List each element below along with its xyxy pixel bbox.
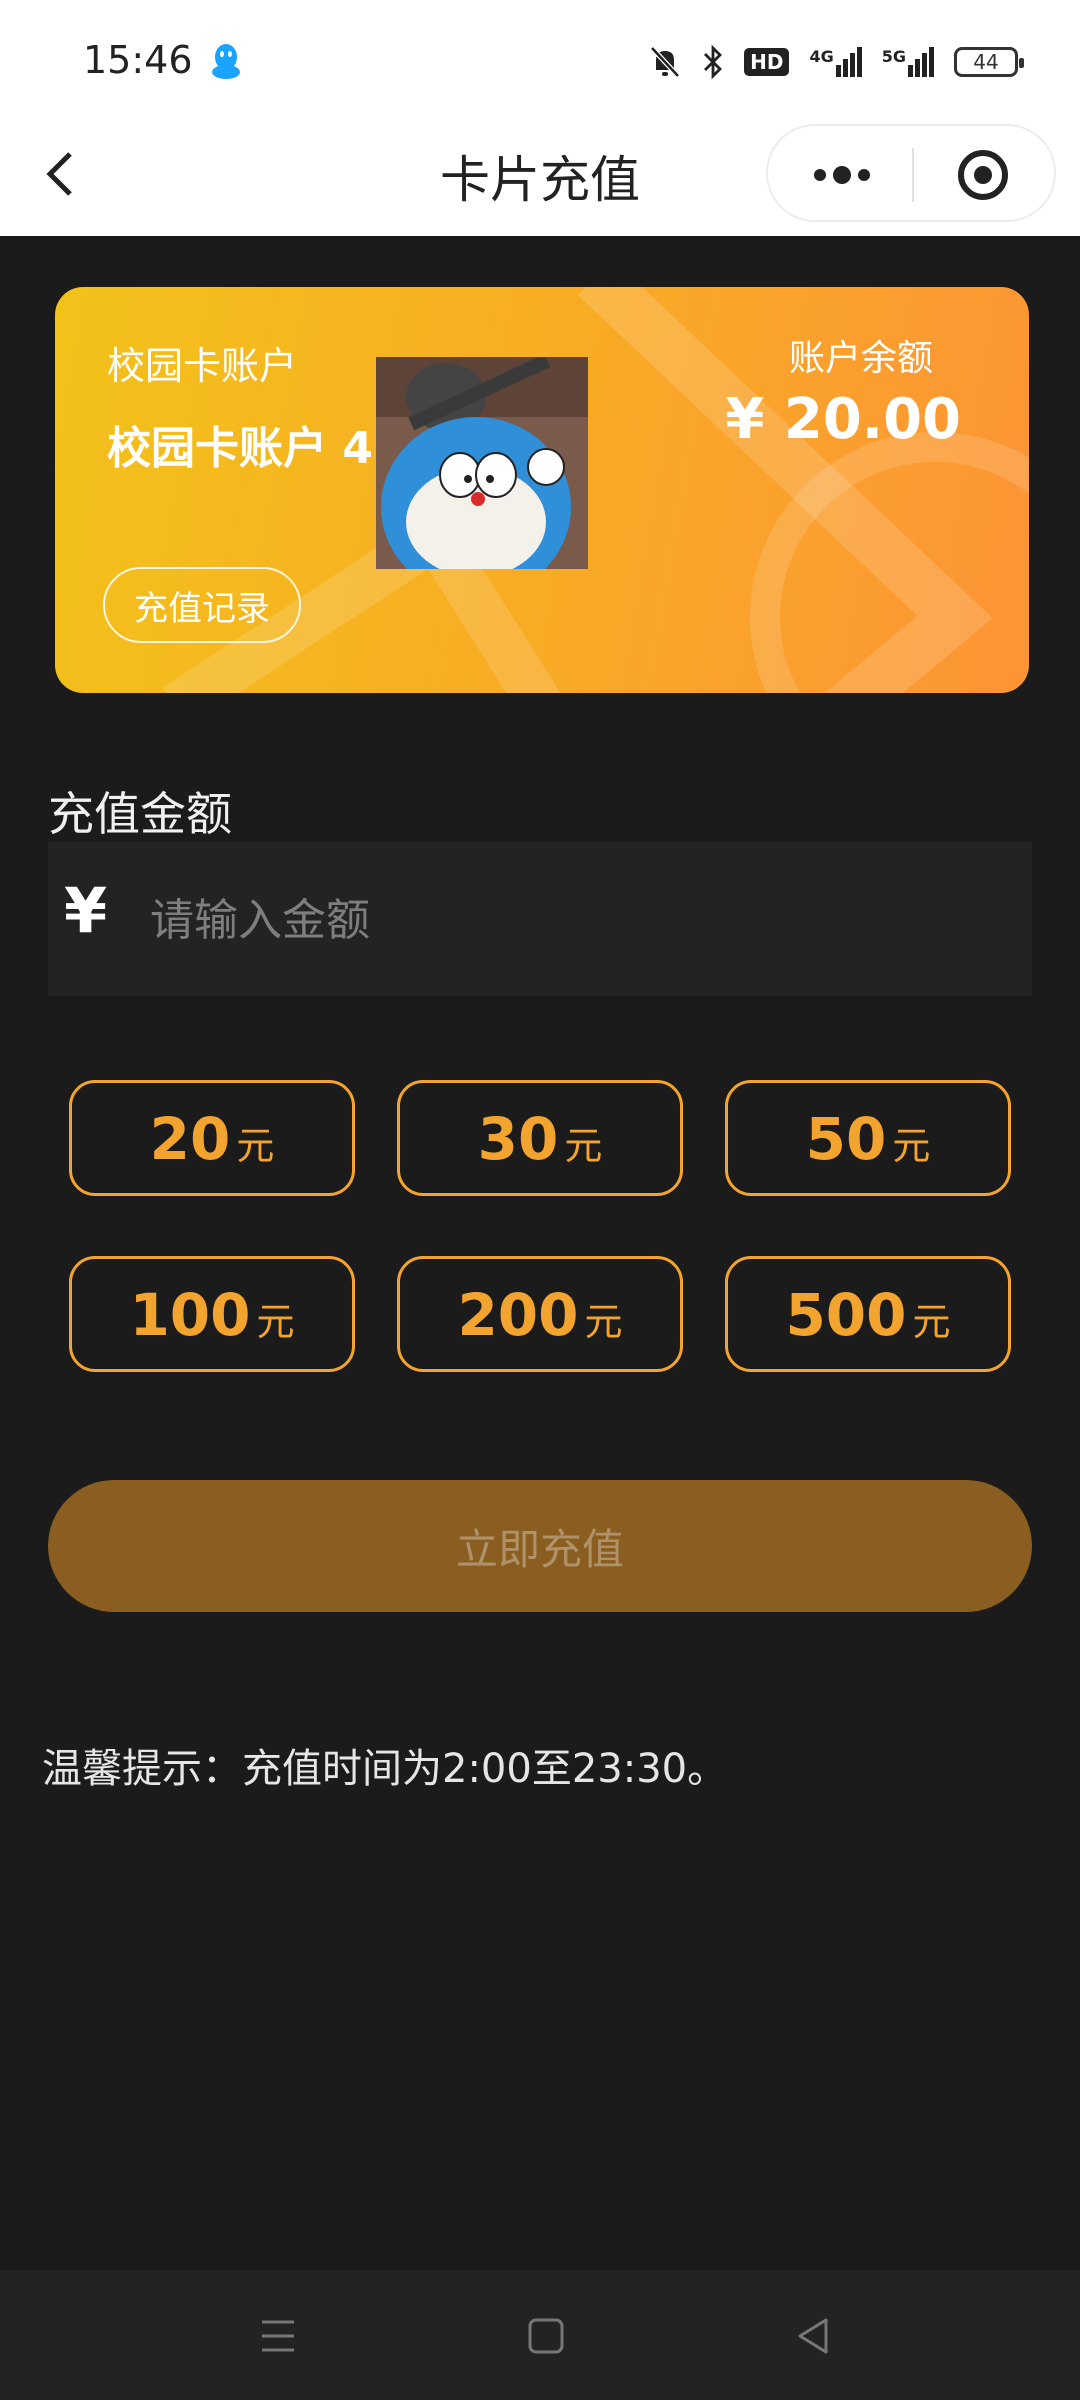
recharge-tip: 温馨提示：充值时间为2:00至23:30。 — [42, 1746, 728, 1792]
mute-bell-icon — [650, 46, 680, 78]
user-avatar — [376, 357, 588, 569]
back-nav-icon[interactable] — [786, 2308, 842, 2364]
amount-input-box: ¥ — [48, 842, 1032, 996]
option-unit: 元 — [912, 1300, 951, 1344]
top-area: 15:46 HD 4G 5G 44 卡片充值 — [0, 0, 1080, 236]
more-icon[interactable] — [812, 160, 872, 190]
close-target-icon[interactable] — [956, 148, 1010, 202]
option-unit: 元 — [564, 1124, 603, 1168]
option-unit: 元 — [584, 1300, 623, 1344]
battery-level: 44 — [973, 50, 999, 74]
status-time: 15:46 — [83, 38, 193, 82]
card-account-label: 校园卡账户 — [107, 344, 298, 388]
amount-option-500[interactable]: 500 元 — [725, 1256, 1011, 1372]
amount-option-30[interactable]: 30 元 — [397, 1080, 683, 1196]
amount-section-label: 充值金额 — [48, 787, 232, 841]
amount-option-20[interactable]: 20 元 — [69, 1080, 355, 1196]
network-4g-label: 4G — [809, 47, 834, 66]
capsule-divider — [912, 148, 914, 202]
recharge-record-button[interactable]: 充值记录 — [103, 567, 301, 643]
option-amount: 50 — [805, 1105, 887, 1173]
home-icon[interactable] — [518, 2308, 574, 2364]
avatar-image — [376, 357, 588, 569]
signal-5g-icon: 5G — [882, 47, 934, 77]
amount-option-50[interactable]: 50 元 — [725, 1080, 1011, 1196]
option-amount: 200 — [457, 1281, 579, 1349]
option-amount: 500 — [785, 1281, 907, 1349]
qq-icon — [212, 44, 240, 79]
battery-icon: 44 — [954, 47, 1024, 77]
option-amount: 30 — [477, 1105, 559, 1173]
mini-program-capsule — [766, 124, 1056, 222]
option-unit: 元 — [236, 1124, 275, 1168]
balance-label: 账户余额 — [788, 338, 933, 379]
signal-4g-icon: 4G — [809, 47, 862, 77]
card-account-name: 校园卡账户 4 — [107, 423, 373, 474]
status-bar: 15:46 HD 4G 5G 44 — [0, 0, 1080, 120]
campus-card: 校园卡账户 校园卡账户 4 账户余额 ¥ 20.00 充值记录 — [55, 287, 1029, 693]
amount-input[interactable] — [150, 882, 990, 958]
option-unit: 元 — [256, 1300, 295, 1344]
bluetooth-icon — [704, 44, 723, 80]
navigation-bar: 卡片充值 — [0, 120, 1080, 236]
option-amount: 100 — [129, 1281, 251, 1349]
currency-symbol: ¥ — [64, 874, 108, 947]
menu-icon[interactable] — [250, 2308, 306, 2364]
amount-option-100[interactable]: 100 元 — [69, 1256, 355, 1372]
amount-option-200[interactable]: 200 元 — [397, 1256, 683, 1372]
system-navigation-bar — [0, 2270, 1080, 2400]
option-amount: 20 — [149, 1105, 231, 1173]
network-5g-label: 5G — [881, 47, 906, 66]
recharge-now-button[interactable]: 立即充值 — [48, 1480, 1032, 1612]
option-unit: 元 — [892, 1124, 931, 1168]
status-icons: HD 4G 5G 44 — [648, 40, 1024, 84]
balance-value: ¥ 20.00 — [725, 387, 961, 452]
hd-badge: HD — [744, 48, 790, 76]
